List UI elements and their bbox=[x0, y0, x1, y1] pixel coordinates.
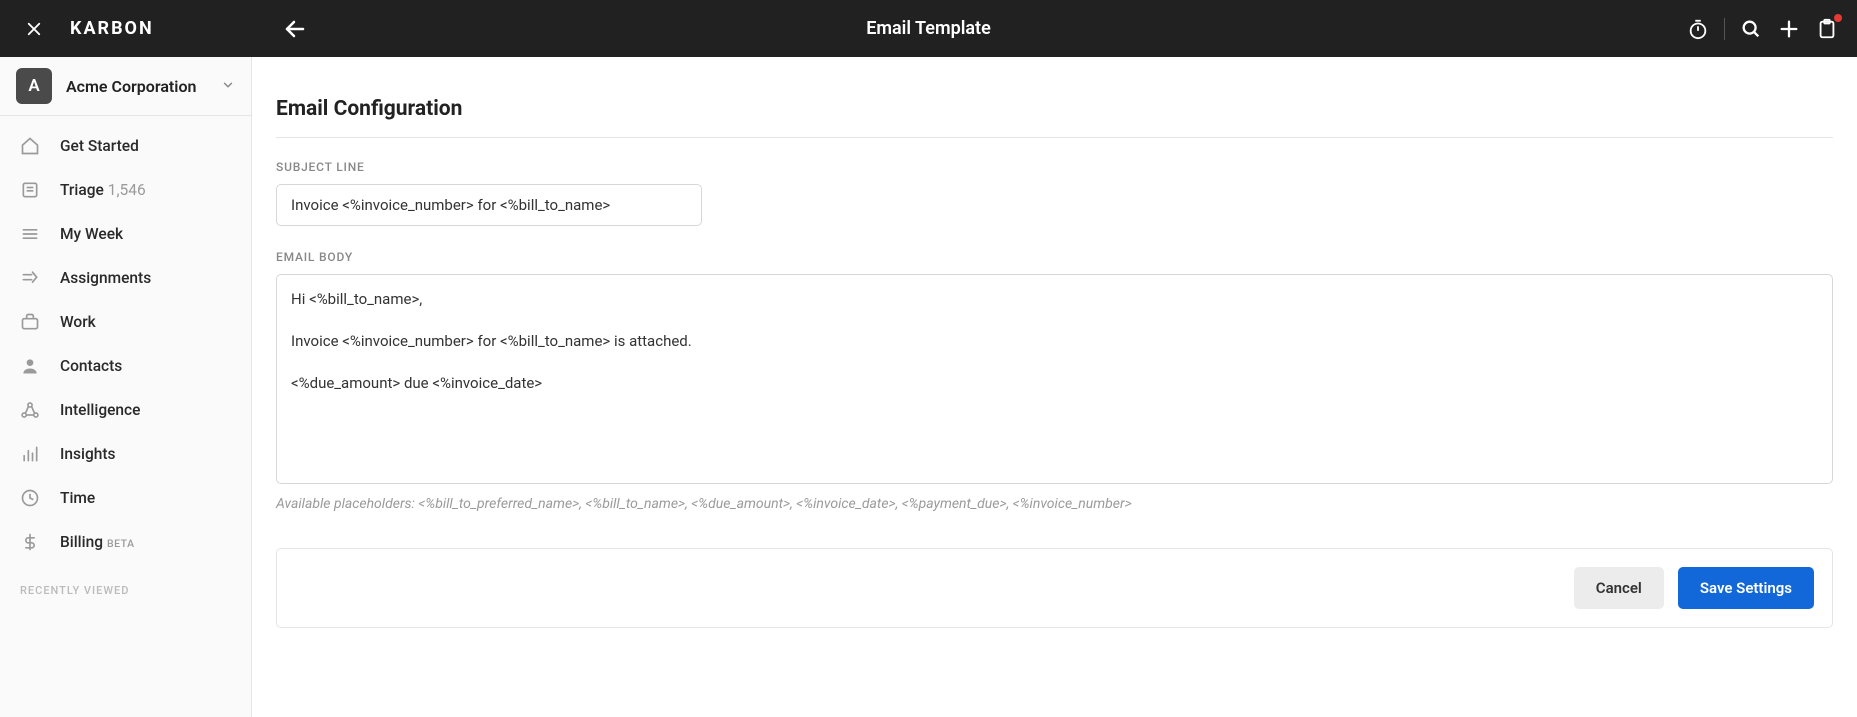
sidebar-item-contacts[interactable]: Contacts bbox=[0, 344, 251, 388]
section-title: Email Configuration bbox=[276, 97, 1833, 121]
sidebar: A Acme Corporation Get Started Triage1,5… bbox=[0, 57, 252, 717]
sidebar-item-work[interactable]: Work bbox=[0, 300, 251, 344]
network-icon bbox=[20, 400, 40, 420]
sidebar-item-triage[interactable]: Triage1,546 bbox=[0, 168, 251, 212]
notification-dot bbox=[1834, 14, 1842, 22]
dollar-icon bbox=[20, 532, 40, 552]
close-button[interactable] bbox=[22, 17, 46, 41]
arrow-right-list-icon bbox=[20, 268, 40, 288]
sidebar-item-label: Assignments bbox=[60, 269, 151, 287]
bar-chart-icon bbox=[20, 444, 40, 464]
body-field-group: EMAIL BODY Available placeholders: <%bil… bbox=[276, 250, 1833, 512]
sidebar-item-label: Insights bbox=[60, 445, 115, 463]
subject-field-group: SUBJECT LINE bbox=[276, 160, 1833, 226]
sidebar-item-label: Time bbox=[60, 489, 95, 507]
body-label: EMAIL BODY bbox=[276, 250, 1833, 264]
sidebar-item-billing[interactable]: BillingBETA bbox=[0, 520, 251, 564]
timer-button[interactable] bbox=[1686, 17, 1710, 41]
org-name: Acme Corporation bbox=[66, 77, 207, 96]
sidebar-item-label: Contacts bbox=[60, 357, 122, 375]
recently-viewed-heading: RECENTLY VIEWED bbox=[0, 584, 251, 597]
sidebar-item-time[interactable]: Time bbox=[0, 476, 251, 520]
topbar-left: KARBON bbox=[22, 17, 154, 41]
save-button[interactable]: Save Settings bbox=[1678, 567, 1814, 609]
home-icon bbox=[20, 136, 40, 156]
sidebar-item-label: Work bbox=[60, 313, 96, 331]
placeholders-hint: Available placeholders: <%bill_to_prefer… bbox=[276, 496, 1833, 512]
sidebar-nav: Get Started Triage1,546 My Week Assignme… bbox=[0, 116, 251, 564]
close-icon bbox=[25, 20, 43, 38]
topbar-divider bbox=[1724, 18, 1725, 40]
section-divider bbox=[276, 137, 1833, 138]
org-switcher[interactable]: A Acme Corporation bbox=[0, 57, 251, 116]
search-icon bbox=[1740, 18, 1762, 40]
sidebar-item-label: BillingBETA bbox=[60, 533, 135, 551]
clock-icon bbox=[20, 488, 40, 508]
sidebar-item-get-started[interactable]: Get Started bbox=[0, 124, 251, 168]
action-bar: Cancel Save Settings bbox=[276, 548, 1833, 628]
tray-button[interactable] bbox=[1815, 17, 1839, 41]
plus-icon bbox=[1778, 18, 1800, 40]
subject-label: SUBJECT LINE bbox=[276, 160, 1833, 174]
body-textarea[interactable] bbox=[276, 274, 1833, 484]
page-title: Email Template bbox=[0, 18, 1857, 39]
topbar-right bbox=[1686, 17, 1839, 41]
back-button[interactable] bbox=[280, 14, 310, 44]
chevron-down-icon bbox=[221, 77, 235, 96]
main-content: Email Configuration SUBJECT LINE EMAIL B… bbox=[252, 57, 1857, 717]
search-button[interactable] bbox=[1739, 17, 1763, 41]
inbox-icon bbox=[20, 180, 40, 200]
subject-input[interactable] bbox=[276, 184, 702, 226]
add-button[interactable] bbox=[1777, 17, 1801, 41]
app-logo: KARBON bbox=[70, 18, 154, 39]
briefcase-icon bbox=[20, 312, 40, 332]
stopwatch-icon bbox=[1687, 18, 1709, 40]
sidebar-item-my-week[interactable]: My Week bbox=[0, 212, 251, 256]
cancel-button[interactable]: Cancel bbox=[1574, 567, 1664, 609]
sidebar-item-label: My Week bbox=[60, 225, 123, 243]
sidebar-item-assignments[interactable]: Assignments bbox=[0, 256, 251, 300]
person-icon bbox=[20, 356, 40, 376]
sidebar-item-insights[interactable]: Insights bbox=[0, 432, 251, 476]
sidebar-item-label: Get Started bbox=[60, 137, 139, 155]
sidebar-item-label: Triage1,546 bbox=[60, 181, 146, 199]
arrow-left-icon bbox=[283, 17, 307, 41]
sidebar-item-intelligence[interactable]: Intelligence bbox=[0, 388, 251, 432]
list-icon bbox=[20, 224, 40, 244]
org-avatar: A bbox=[16, 68, 52, 104]
sidebar-item-label: Intelligence bbox=[60, 401, 140, 419]
topbar: KARBON Email Template bbox=[0, 0, 1857, 57]
